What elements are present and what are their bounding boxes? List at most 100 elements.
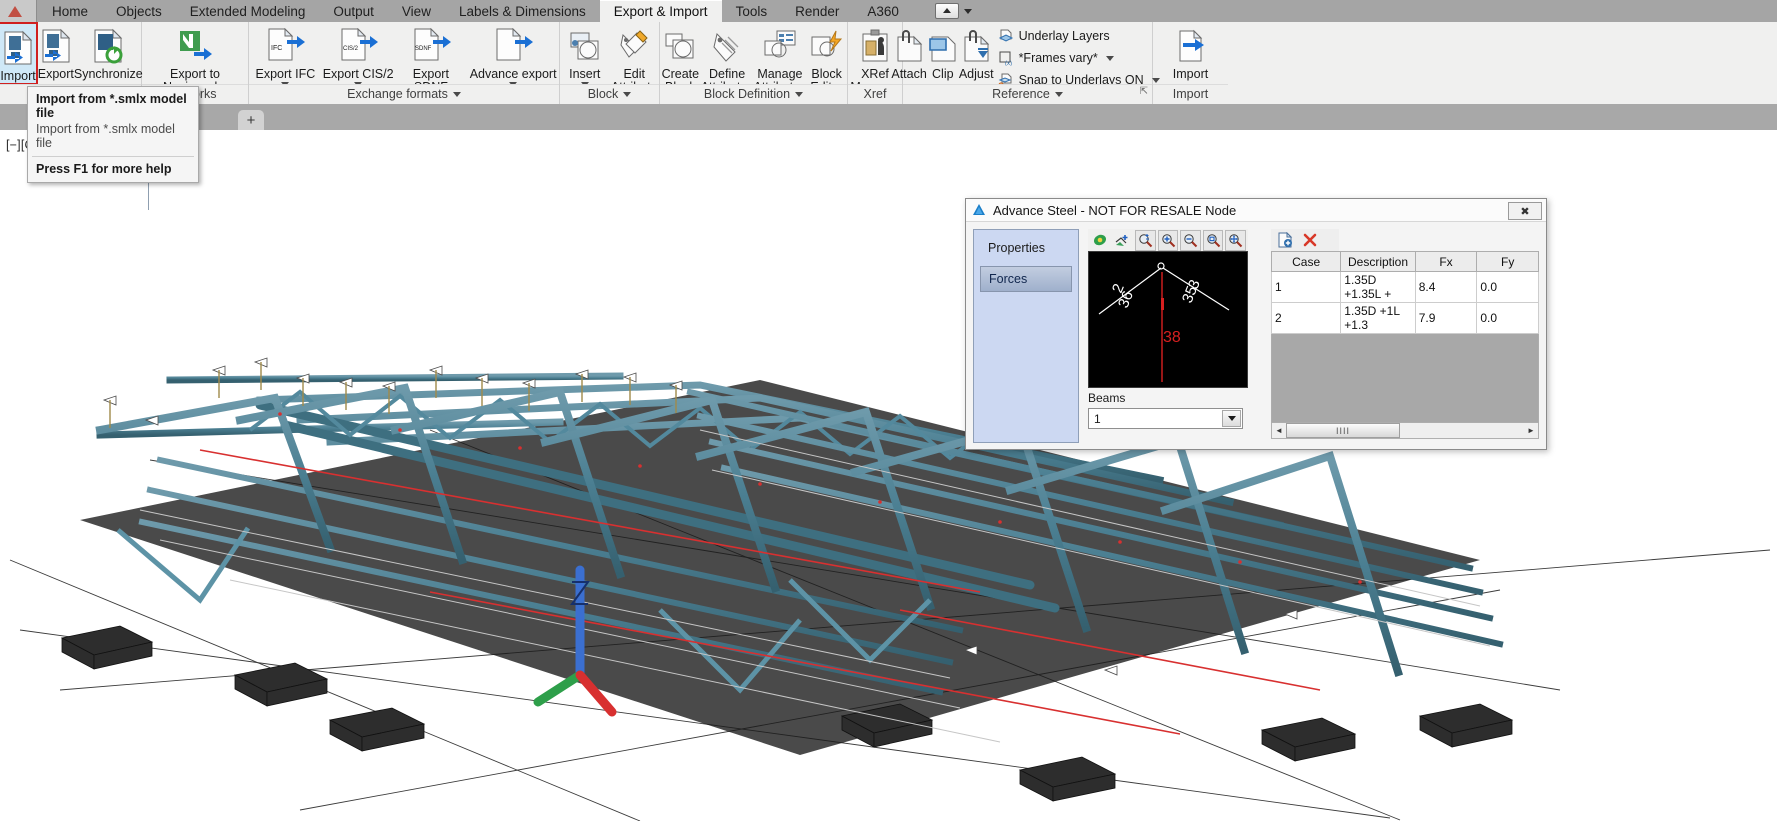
chevron-down-icon[interactable]: [963, 8, 972, 14]
tab-output[interactable]: Output: [319, 0, 388, 22]
table-header-row: Case Description Fx Fy: [1270, 251, 1539, 272]
synchronize-button[interactable]: Synchronize: [74, 22, 143, 81]
node-forces-dialog[interactable]: Advance Steel - NOT FOR RESALE Node ✖ Pr…: [965, 198, 1547, 450]
export-ifc-button[interactable]: IFC Export IFC: [249, 22, 322, 87]
ribbon-minimize-icon[interactable]: [934, 3, 959, 19]
panel-label-exchange-formats: Exchange formats: [249, 84, 559, 104]
table-row[interactable]: 2 1.35D +1L +1.3 7.9 0.0: [1270, 302, 1539, 334]
tab-extended-modeling[interactable]: Extended Modeling: [176, 0, 320, 22]
chevron-down-icon[interactable]: [623, 92, 632, 98]
attach-button[interactable]: Attach: [891, 22, 927, 81]
preview-label-column: 38: [1163, 329, 1181, 346]
import-reference-button[interactable]: Import: [1157, 22, 1225, 81]
zoom-extents-icon[interactable]: [1202, 229, 1224, 251]
ribbon: Import Export Synchronize Export to IFC …: [0, 22, 1777, 105]
panel-label-import: Import: [1153, 84, 1228, 104]
advance-export-label: Advance export: [469, 67, 557, 81]
import-tooltip: Import from *.smlx model file Import fro…: [27, 86, 199, 183]
application-menu-button[interactable]: [0, 0, 37, 22]
zoom-out-icon[interactable]: [1180, 229, 1201, 251]
sdnf-export-icon: SDNF: [411, 26, 451, 66]
cis2-export-icon: CIS/2: [338, 26, 379, 66]
tab-a360[interactable]: A360: [853, 0, 913, 22]
pan-plus-icon[interactable]: [1113, 230, 1134, 251]
add-row-icon[interactable]: [1274, 230, 1295, 251]
dialog-nav-properties[interactable]: Properties: [980, 236, 1072, 260]
tab-render[interactable]: Render: [781, 0, 853, 22]
chevron-down-icon[interactable]: [452, 92, 461, 98]
tab-tools[interactable]: Tools: [722, 0, 782, 22]
cell-fx[interactable]: 7.9: [1414, 302, 1478, 334]
tooltip-help: Press F1 for more help: [36, 162, 172, 176]
table-row[interactable]: 1 1.35D +1.35L + 8.4 0.0: [1270, 271, 1539, 303]
zoom-window-icon[interactable]: [1135, 229, 1156, 251]
export-cis2-label: Export CIS/2: [322, 67, 394, 81]
clip-button[interactable]: Clip: [927, 22, 959, 81]
tab-labels-dimensions[interactable]: Labels & Dimensions: [445, 0, 600, 22]
svg-text:CIS/2: CIS/2: [343, 46, 359, 52]
reference-small-items: Underlay Layers (x) *Frames vary* Snap t…: [994, 22, 1164, 91]
palette-icon[interactable]: [1090, 230, 1111, 251]
delete-row-icon[interactable]: [1299, 230, 1320, 251]
ribbon-panel-reference: Attach Clip Adjust Underlay Layers (x) *…: [891, 22, 1160, 104]
scroll-right-icon[interactable]: ►: [1524, 424, 1538, 437]
panel-dialog-launcher-icon[interactable]: ⇱: [1140, 82, 1148, 101]
svg-text:SDNF: SDNF: [415, 46, 432, 52]
chevron-down-icon[interactable]: [1222, 410, 1241, 427]
cell-fy[interactable]: 0.0: [1476, 271, 1539, 303]
zoom-in-icon[interactable]: [1157, 229, 1179, 251]
cell-case[interactable]: 2: [1270, 302, 1342, 334]
col-fy[interactable]: Fy: [1476, 251, 1539, 272]
adjust-button[interactable]: Adjust: [959, 22, 994, 81]
cell-description[interactable]: 1.35D +1L +1.3: [1340, 302, 1416, 334]
forces-table-pane: Case Description Fx Fy 1 1.35D +1.35L + …: [1270, 229, 1539, 443]
tab-home[interactable]: Home: [38, 0, 102, 22]
forces-table[interactable]: Case Description Fx Fy 1 1.35D +1.35L + …: [1270, 251, 1539, 334]
cell-fx[interactable]: 8.4: [1414, 271, 1478, 303]
panel-label-xref: Xref: [848, 84, 902, 104]
col-description[interactable]: Description: [1340, 251, 1416, 272]
col-case[interactable]: Case: [1270, 251, 1342, 272]
close-icon[interactable]: ✖: [1508, 202, 1542, 220]
node-preview-graphic[interactable]: 2 36 3 35 38: [1088, 251, 1248, 388]
cell-fy[interactable]: 0.0: [1476, 302, 1539, 334]
dialog-nav-forces[interactable]: Forces: [980, 266, 1072, 292]
export-smlx-button[interactable]: Export: [38, 22, 74, 81]
panel-label-block-definition: Block Definition: [660, 84, 847, 104]
attach-icon: [893, 26, 925, 66]
import-smlx-button[interactable]: Import: [0, 22, 38, 85]
export-cis2-button[interactable]: CIS/2 Export CIS/2: [322, 22, 395, 87]
cell-case[interactable]: 1: [1270, 271, 1342, 303]
scroll-left-icon[interactable]: ◄: [1272, 424, 1286, 437]
clip-label: Clip: [932, 67, 954, 81]
panel-label-reference: Reference ⇱: [903, 84, 1152, 104]
tab-view[interactable]: View: [388, 0, 445, 22]
underlay-layers-item[interactable]: Underlay Layers: [994, 25, 1164, 47]
chevron-down-icon[interactable]: [1105, 55, 1114, 61]
chevron-down-icon[interactable]: [1054, 92, 1063, 98]
import-reference-label: Import: [1172, 67, 1209, 81]
block-editor-icon: [810, 26, 844, 66]
underlay-layers-label: Underlay Layers: [1018, 29, 1110, 43]
tab-objects[interactable]: Objects: [102, 0, 176, 22]
preview-toolbar: [1088, 229, 1248, 251]
zoom-realtime-icon[interactable]: [1225, 229, 1247, 251]
frames-vary-icon: (x): [999, 51, 1012, 66]
table-horizontal-scrollbar[interactable]: ◄ IIII ►: [1271, 423, 1539, 439]
new-tab-button[interactable]: +: [238, 110, 264, 130]
beams-select[interactable]: 1: [1088, 408, 1243, 429]
ribbon-panel-block-definition: Create Block Define Attributes: [660, 22, 848, 104]
scrollbar-thumb[interactable]: IIII: [1286, 423, 1400, 438]
advance-export-button[interactable]: Advance export: [467, 22, 559, 87]
chevron-down-icon[interactable]: [795, 92, 804, 98]
table-empty-area: [1271, 334, 1539, 423]
cell-description[interactable]: 1.35D +1.35L +: [1340, 271, 1416, 303]
tab-export-import[interactable]: Export & Import: [599, 0, 722, 22]
ribbon-display-options[interactable]: [927, 0, 980, 22]
insert-block-button[interactable]: Insert: [560, 22, 610, 87]
import-arrow-icon: [1174, 26, 1208, 66]
col-fx[interactable]: Fx: [1414, 251, 1478, 272]
frames-vary-item[interactable]: (x) *Frames vary*: [994, 47, 1164, 69]
xref-manager-icon: [859, 26, 891, 66]
dialog-title-bar[interactable]: Advance Steel - NOT FOR RESALE Node ✖: [966, 199, 1546, 222]
